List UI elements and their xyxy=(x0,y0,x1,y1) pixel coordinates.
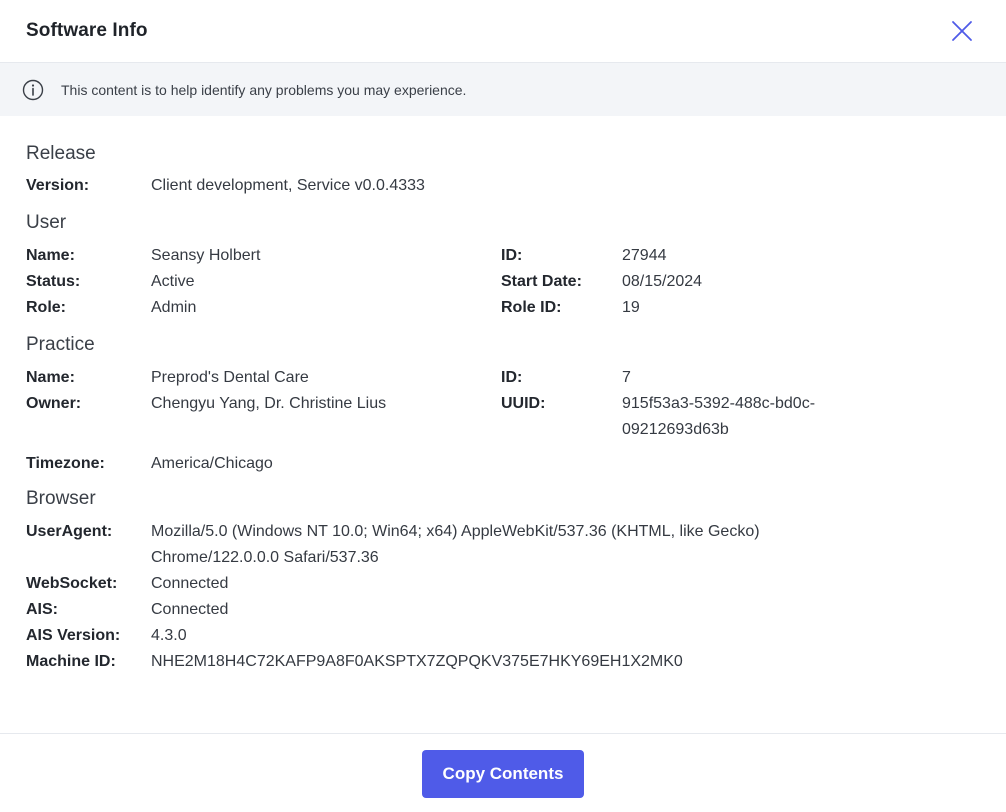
dialog-title: Software Info xyxy=(26,20,148,41)
practice-uuid-value: 915f53a3-5392-488c-bd0c- 09212693d63b xyxy=(622,391,862,443)
info-banner: This content is to help identify any pro… xyxy=(0,62,1006,116)
user-role-id-label: Role ID: xyxy=(501,299,562,316)
user-start-date-label: Start Date: xyxy=(501,273,582,290)
useragent-value: Mozilla/5.0 (Windows NT 10.0; Win64; x64… xyxy=(151,519,891,571)
websocket-value: Connected xyxy=(151,575,229,592)
user-row-3: Role: Admin Role ID: 19 xyxy=(26,295,980,321)
section-title-practice: Practice xyxy=(26,334,95,355)
practice-row-1: Name: Preprod's Dental Care ID: 7 xyxy=(26,365,980,391)
user-status-value: Active xyxy=(151,273,195,290)
user-id-label: ID: xyxy=(501,247,523,264)
practice-uuid-label: UUID: xyxy=(501,395,546,412)
user-role-value: Admin xyxy=(151,299,197,316)
section-title-user: User xyxy=(26,212,67,233)
user-id-value: 27944 xyxy=(622,247,667,264)
dialog-footer: Copy Contents xyxy=(0,733,1006,812)
section-title-browser: Browser xyxy=(26,488,96,509)
ais-version-label: AIS Version: xyxy=(26,627,121,644)
user-start-date-value: 08/15/2024 xyxy=(622,273,703,290)
user-name-label: Name: xyxy=(26,247,75,264)
practice-timezone-value: America/Chicago xyxy=(151,455,273,472)
browser-websocket-row: WebSocket: Connected xyxy=(26,571,980,597)
practice-id-value: 7 xyxy=(622,369,631,386)
practice-owner-value: Chengyu Yang, Dr. Christine Lius xyxy=(151,395,387,412)
machine-id-label: Machine ID: xyxy=(26,653,116,670)
practice-owner-label: Owner: xyxy=(26,395,82,412)
machine-id-value: NHE2M18H4C72KAFP9A8F0AKSPTX7ZQPQKV375E7H… xyxy=(151,653,683,670)
dialog-header: Software Info xyxy=(0,0,1006,62)
browser-useragent-row: UserAgent: Mozilla/5.0 (Windows NT 10.0;… xyxy=(26,519,980,571)
useragent-line-1: Mozilla/5.0 (Windows NT 10.0; Win64; x64… xyxy=(151,523,760,540)
practice-name-label: Name: xyxy=(26,369,75,386)
user-role-label: Role: xyxy=(26,299,66,316)
ais-label: AIS: xyxy=(26,601,58,618)
ais-version-value: 4.3.0 xyxy=(151,627,187,644)
practice-name-value: Preprod's Dental Care xyxy=(151,369,309,386)
websocket-label: WebSocket: xyxy=(26,575,118,592)
software-info-dialog: Software Info This content is to help id… xyxy=(0,0,1006,812)
useragent-line-2: Chrome/122.0.0.0 Safari/537.36 xyxy=(151,549,379,566)
browser-machine-id-row: Machine ID: NHE2M18H4C72KAFP9A8F0AKSPTX7… xyxy=(26,649,980,675)
info-icon xyxy=(22,79,44,100)
ais-value: Connected xyxy=(151,601,229,618)
info-banner-text: This content is to help identify any pro… xyxy=(61,81,467,98)
user-name-value: Seansy Holbert xyxy=(151,247,261,264)
release-version-row: Version: Client development, Service v0.… xyxy=(26,173,980,199)
practice-id-label: ID: xyxy=(501,369,523,386)
practice-uuid-line-1: 915f53a3-5392-488c-bd0c- xyxy=(622,395,816,412)
user-row-1: Name: Seansy Holbert ID: 27944 xyxy=(26,243,980,269)
version-label: Version: xyxy=(26,177,90,194)
version-value: Client development, Service v0.0.4333 xyxy=(151,177,425,194)
useragent-label: UserAgent: xyxy=(26,523,113,540)
user-row-2: Status: Active Start Date: 08/15/2024 xyxy=(26,269,980,295)
info-content: Release Version: Client development, Ser… xyxy=(0,116,1006,675)
copy-contents-button[interactable]: Copy Contents xyxy=(422,750,584,798)
user-status-label: Status: xyxy=(26,273,81,290)
section-title-release: Release xyxy=(26,143,96,164)
close-button[interactable] xyxy=(948,17,976,45)
browser-ais-row: AIS: Connected xyxy=(26,597,980,623)
practice-row-3: Timezone: America/Chicago xyxy=(26,451,980,477)
practice-row-2: Owner: Chengyu Yang, Dr. Christine Lius … xyxy=(26,391,980,443)
practice-timezone-label: Timezone: xyxy=(26,455,105,472)
close-icon xyxy=(952,21,972,41)
browser-ais-version-row: AIS Version: 4.3.0 xyxy=(26,623,980,649)
user-role-id-value: 19 xyxy=(622,299,640,316)
practice-uuid-line-2: 09212693d63b xyxy=(622,421,729,438)
